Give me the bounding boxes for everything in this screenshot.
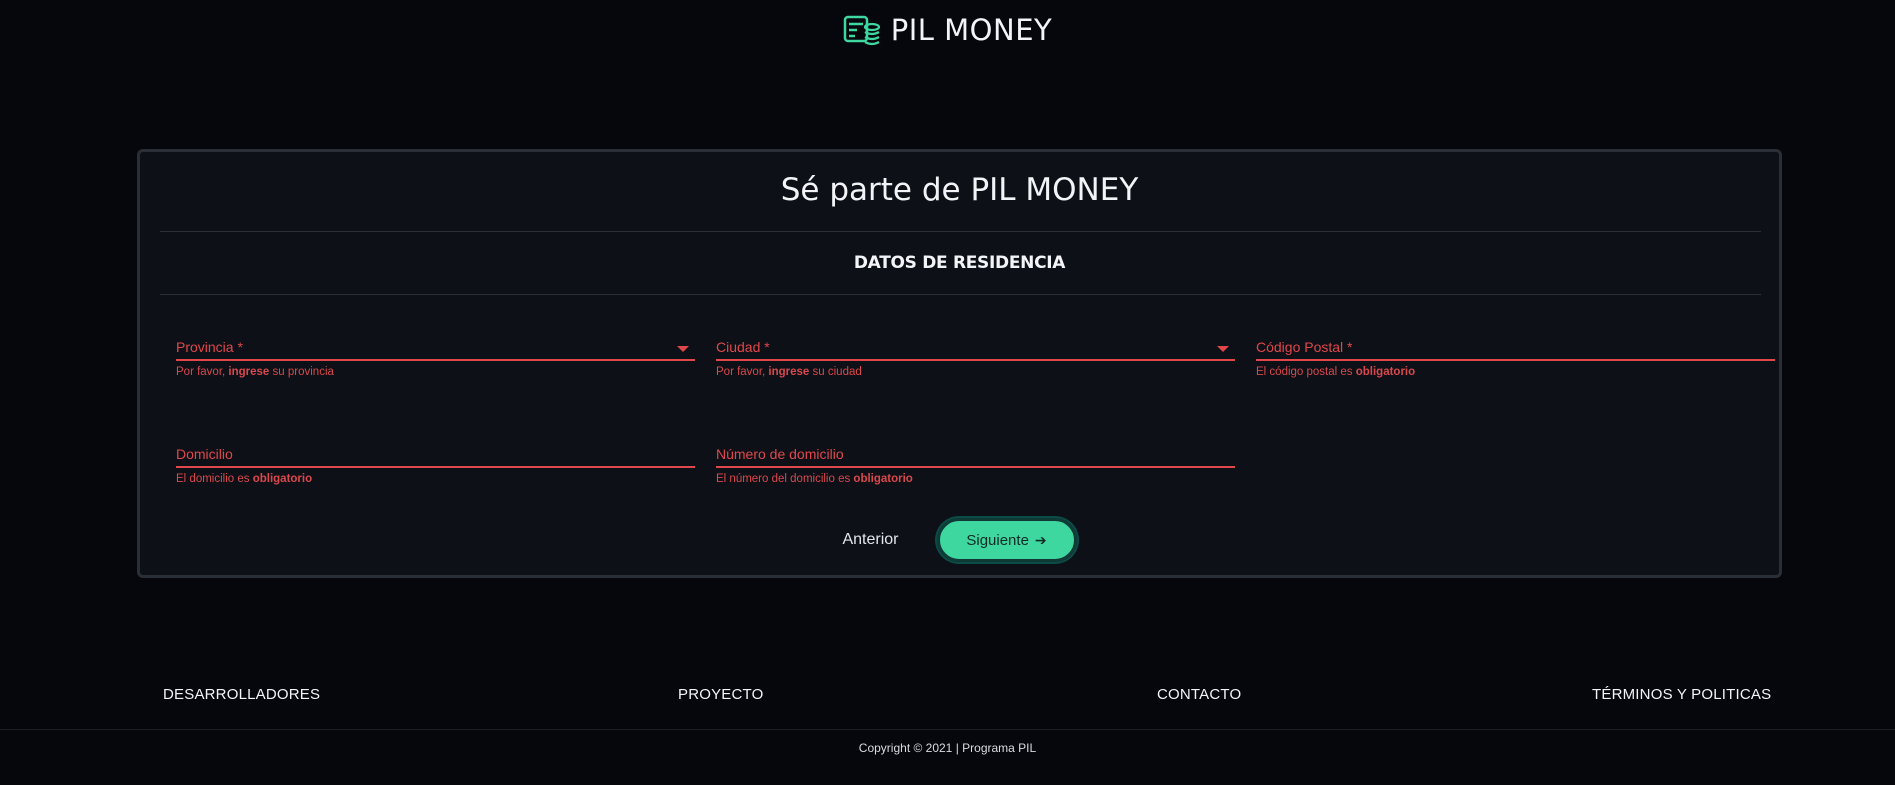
footer-divider [0,729,1895,730]
codigo-postal-label: Código Postal * [1256,339,1353,355]
footer-link-proyecto[interactable]: PROYECTO [678,686,764,703]
footer-link-desarrolladores[interactable]: DESARROLLADORES [163,686,320,703]
registration-card: Sé parte de PIL MONEY DATOS DE RESIDENCI… [137,149,1782,578]
footer-link-terminos[interactable]: TÉRMINOS Y POLITICAS [1592,686,1771,703]
ciudad-error: Por favor, ingrese su ciudad [716,366,862,378]
copyright-text: Copyright © 2021 | Programa PIL [858,741,1037,755]
section-title: DATOS DE RESIDENCIA [853,253,1066,273]
next-button[interactable]: Siguiente ➔ [936,518,1077,562]
numero-domicilio-error: El número del domicilio es obligatorio [716,473,913,485]
brand-title: PIL MONEY [890,13,1053,47]
money-stack-icon [843,15,880,46]
section-divider [160,294,1761,295]
page-title: Sé parte de PIL MONEY [780,172,1139,208]
numero-domicilio-label: Número de domicilio [716,446,844,462]
ciudad-label: Ciudad * [716,339,770,355]
ciudad-select[interactable]: Ciudad * Por favor, ingrese su ciudad [716,337,1235,378]
next-button-label: Siguiente [966,531,1029,549]
provincia-underline [176,359,695,361]
domicilio-error: El domicilio es obligatorio [176,473,313,485]
previous-button[interactable]: Anterior [842,531,898,549]
footer-nav: DESARROLLADORES PROYECTO CONTACTO TÉRMIN… [0,686,1895,710]
codigo-postal-error: El código postal es obligatorio [1256,366,1416,378]
domicilio-input[interactable]: Domicilio El domicilio es obligatorio [176,444,695,485]
ciudad-underline [716,359,1235,361]
chevron-down-icon[interactable] [1217,346,1229,352]
domicilio-label: Domicilio [176,446,233,462]
footer-link-contacto[interactable]: CONTACTO [1157,686,1241,703]
chevron-down-icon[interactable] [677,346,689,352]
provincia-label: Provincia * [176,339,243,355]
codigo-postal-input[interactable]: Código Postal * El código postal es obli… [1256,337,1775,378]
numero-domicilio-underline [716,466,1235,468]
provincia-error: Por favor, ingrese su provincia [176,366,334,378]
title-divider [160,231,1761,232]
provincia-select[interactable]: Provincia * Por favor, ingrese su provin… [176,337,695,378]
form-actions: Anterior Siguiente ➔ [140,518,1779,562]
top-header: PIL MONEY [0,10,1895,50]
codigo-postal-underline [1256,359,1775,361]
arrow-right-icon: ➔ [1034,531,1047,548]
numero-domicilio-input[interactable]: Número de domicilio El número del domici… [716,444,1235,485]
domicilio-underline [176,466,695,468]
